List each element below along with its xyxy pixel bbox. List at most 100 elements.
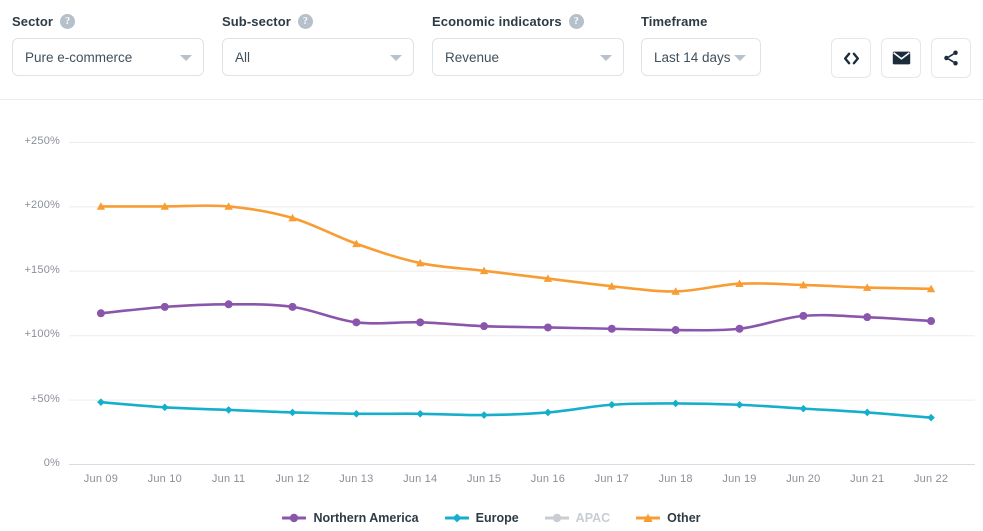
embed-code-button[interactable] — [831, 38, 871, 78]
filter-label-row: Economic indicators? — [432, 12, 624, 30]
legend-item-europe[interactable]: Europe — [445, 511, 519, 525]
select-timeframe[interactable]: Last 14 days — [641, 38, 761, 76]
filter-label: Sub-sector — [222, 14, 291, 29]
data-point[interactable] — [352, 318, 360, 326]
x-axis-tick-label: Jun 13 — [324, 473, 388, 485]
data-point[interactable] — [544, 323, 552, 331]
data-point[interactable] — [161, 404, 169, 412]
data-point[interactable] — [927, 414, 935, 422]
y-axis-tick-label: +150% — [8, 264, 60, 276]
share-icon — [942, 49, 960, 67]
toolbar-actions — [831, 38, 971, 78]
select-sector[interactable]: Pure e-commerce — [12, 38, 204, 76]
data-point[interactable] — [416, 410, 424, 418]
filter-label: Economic indicators — [432, 14, 562, 29]
data-point[interactable] — [863, 409, 871, 417]
data-point[interactable] — [544, 409, 552, 417]
email-button[interactable] — [881, 38, 921, 78]
data-point[interactable] — [863, 313, 871, 321]
x-axis-tick-label: Jun 22 — [899, 473, 963, 485]
x-axis-tick-label: Jun 09 — [69, 473, 133, 485]
filter-group-sub-sector: Sub-sector? All — [222, 12, 414, 76]
x-axis-tick-label: Jun 12 — [261, 473, 325, 485]
data-point[interactable] — [97, 309, 105, 317]
data-point[interactable] — [480, 322, 488, 330]
x-axis-tick-label: Jun 19 — [708, 473, 772, 485]
select-value: Revenue — [445, 50, 499, 65]
envelope-icon — [892, 50, 911, 66]
data-point[interactable] — [608, 401, 616, 409]
filter-group-economic-indicators: Economic indicators? Revenue — [432, 12, 624, 76]
chart-area: +250%+200%+150%+100%+50%0% Jun 09Jun 10J… — [0, 100, 983, 500]
select-value: Last 14 days — [654, 50, 731, 65]
y-axis-tick-label: +250% — [8, 135, 60, 147]
y-axis-tick-label: +100% — [8, 328, 60, 340]
legend-label: Other — [667, 511, 700, 525]
line-chart — [0, 100, 983, 500]
series-line — [101, 206, 931, 292]
select-sub-sector[interactable]: All — [222, 38, 414, 76]
filter-label-row: Sector? — [12, 12, 204, 30]
filter-toolbar: Sector? Pure e-commerce Sub-sector? All Econ… — [0, 0, 983, 100]
chart-legend: Northern America Europe APAC Other — [0, 511, 983, 525]
legend-item-apac[interactable]: APAC — [545, 511, 611, 525]
x-axis-tick-label: Jun 21 — [835, 473, 899, 485]
data-point[interactable] — [672, 400, 680, 408]
data-point[interactable] — [672, 326, 680, 334]
chevron-down-icon[interactable] — [600, 55, 612, 61]
data-point[interactable] — [800, 405, 808, 413]
data-point[interactable] — [736, 325, 744, 333]
dashboard-chart-panel: Sector? Pure e-commerce Sub-sector? All Econ… — [0, 0, 983, 531]
x-axis-tick-label: Jun 17 — [580, 473, 644, 485]
filter-group-timeframe: Timeframe Last 14 days — [641, 12, 761, 76]
x-axis-tick-label: Jun 18 — [644, 473, 708, 485]
x-axis-tick-label: Jun 15 — [452, 473, 516, 485]
filter-label-row: Sub-sector? — [222, 12, 414, 30]
chevron-down-icon[interactable] — [180, 55, 192, 61]
chevron-down-icon[interactable] — [734, 55, 746, 61]
x-axis-tick-label: Jun 10 — [133, 473, 197, 485]
data-point[interactable] — [480, 411, 488, 419]
select-economic-indicators[interactable]: Revenue — [432, 38, 624, 76]
legend-label: Europe — [476, 511, 519, 525]
x-axis-tick-label: Jun 14 — [388, 473, 452, 485]
help-icon[interactable]: ? — [298, 14, 313, 29]
filter-label: Sector — [12, 14, 53, 29]
code-icon — [842, 49, 861, 68]
legend-item-northern-america[interactable]: Northern America — [282, 511, 418, 525]
help-icon[interactable]: ? — [60, 14, 75, 29]
filter-label-row: Timeframe — [641, 12, 761, 30]
data-point[interactable] — [927, 317, 935, 325]
series-other — [97, 202, 936, 295]
data-point[interactable] — [289, 409, 297, 417]
data-point[interactable] — [608, 325, 616, 333]
legend-label: Northern America — [313, 511, 418, 525]
data-point[interactable] — [289, 303, 297, 311]
data-point[interactable] — [799, 312, 807, 320]
data-point[interactable] — [353, 410, 361, 418]
data-point[interactable] — [736, 401, 744, 409]
data-point[interactable] — [97, 398, 105, 406]
share-button[interactable] — [931, 38, 971, 78]
x-axis-tick-label: Jun 11 — [197, 473, 261, 485]
series-europe — [97, 398, 935, 421]
data-point[interactable] — [416, 318, 424, 326]
series-northern-america — [97, 300, 935, 334]
legend-marker-icon — [545, 512, 569, 524]
x-axis-tick-label: Jun 20 — [771, 473, 835, 485]
data-point[interactable] — [161, 303, 169, 311]
y-axis-tick-label: +50% — [8, 393, 60, 405]
filter-label: Timeframe — [641, 14, 707, 29]
data-point[interactable] — [225, 300, 233, 308]
y-axis-tick-label: +200% — [8, 199, 60, 211]
legend-item-other[interactable]: Other — [636, 511, 700, 525]
select-value: All — [235, 50, 250, 65]
chevron-down-icon[interactable] — [390, 55, 402, 61]
legend-marker-icon — [282, 512, 306, 524]
legend-marker-icon — [636, 512, 660, 524]
data-point[interactable] — [225, 406, 233, 414]
legend-marker-icon — [445, 512, 469, 524]
select-value: Pure e-commerce — [25, 50, 132, 65]
help-icon[interactable]: ? — [569, 14, 584, 29]
y-axis-tick-label: 0% — [8, 457, 60, 469]
